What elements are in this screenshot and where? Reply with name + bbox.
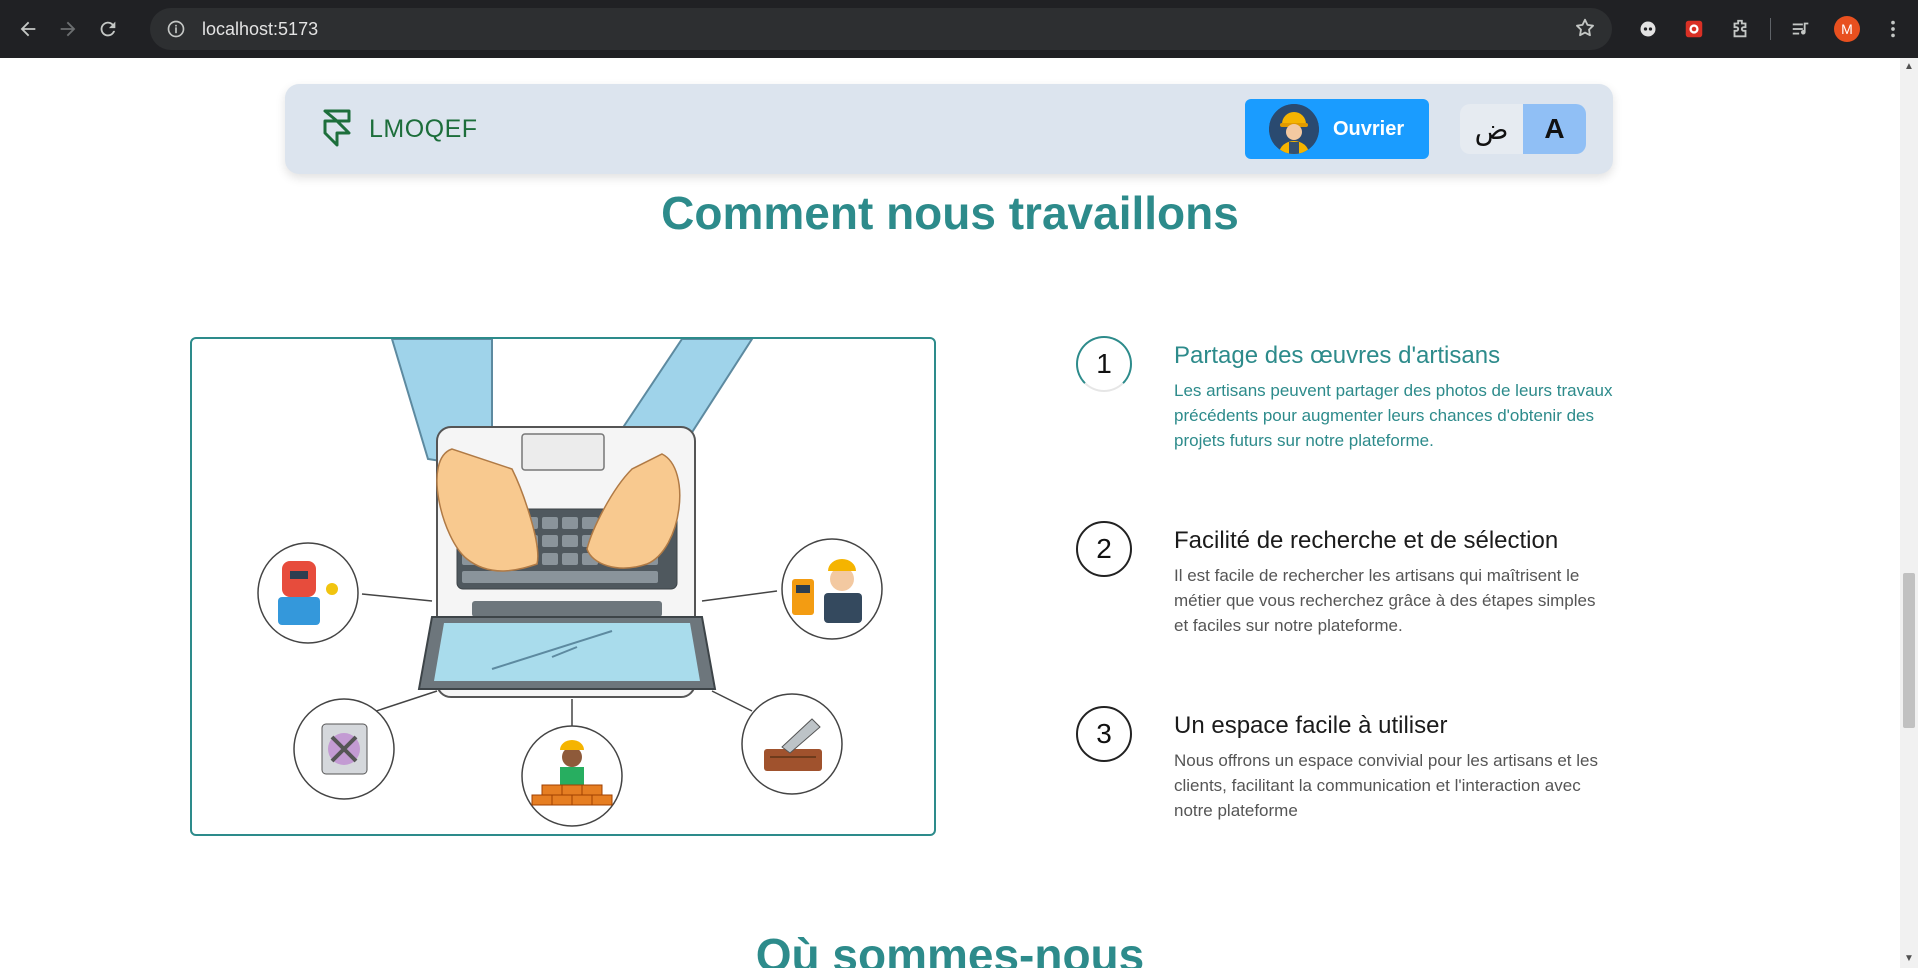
menu-kebab-icon[interactable]: [1873, 9, 1913, 49]
scroll-up-icon[interactable]: ▲: [1904, 62, 1914, 72]
step-number-2: 2: [1076, 521, 1132, 577]
extensions-puzzle-icon[interactable]: [1720, 9, 1760, 49]
worker-avatar-icon: [1269, 104, 1319, 154]
where-we-are-title: Où sommes-nous: [755, 929, 1145, 968]
how-we-work-illustration: [190, 337, 936, 836]
step-description-1: Les artisans peuvent partager des photos…: [1174, 381, 1613, 450]
forward-icon[interactable]: [48, 9, 88, 49]
framer-logo-icon: [323, 109, 351, 147]
site-logo[interactable]: LMOQEF: [321, 108, 478, 150]
profile-initial: M: [1834, 16, 1860, 42]
lang-arabic-option[interactable]: ض: [1460, 104, 1523, 154]
scroll-thumb[interactable]: [1903, 573, 1915, 728]
step-description-3: Nous offrons un espace convivial pour le…: [1174, 751, 1598, 820]
browser-toolbar: localhost:5173 M: [0, 0, 1918, 58]
address-bar[interactable]: localhost:5173: [150, 8, 1612, 50]
step-number-1: 1: [1076, 336, 1132, 392]
site-info-icon[interactable]: [164, 17, 188, 41]
lang-french-option[interactable]: A: [1523, 104, 1586, 154]
step-description-2: Il est facile de rechercher les artisans…: [1174, 566, 1596, 635]
url-text[interactable]: localhost:5173: [202, 19, 318, 40]
worker-role-button[interactable]: Ouvrier: [1245, 99, 1429, 159]
profile-avatar[interactable]: M: [1827, 9, 1867, 49]
bookmark-star-icon[interactable]: [1574, 17, 1596, 44]
media-control-icon[interactable]: [1781, 9, 1821, 49]
logo-text: LMOQEF: [369, 114, 478, 143]
back-icon[interactable]: [8, 9, 48, 49]
page-scrollbar[interactable]: ▲ ▼: [1900, 58, 1918, 968]
extension-red-icon[interactable]: [1674, 9, 1714, 49]
site-navbar: LMOQEF Ouvrier ض A: [285, 84, 1613, 174]
page-viewport: LMOQEF Ouvrier ض A Comment nous travaill…: [0, 58, 1900, 968]
step-title-2: Facilité de recherche et de sélection: [1174, 527, 1559, 554]
scroll-down-icon[interactable]: ▼: [1904, 954, 1914, 964]
worker-role-label: Ouvrier: [1333, 117, 1405, 140]
toolbar-separator: [1770, 18, 1771, 40]
how-we-work-title: Comment nous travaillons: [661, 187, 1239, 239]
reload-icon[interactable]: [88, 9, 128, 49]
step-title-3: Un espace facile à utiliser: [1174, 712, 1448, 739]
step-number-3: 3: [1076, 706, 1132, 762]
language-toggle[interactable]: ض A: [1460, 104, 1586, 154]
extension-icon[interactable]: [1628, 9, 1668, 49]
step-title-1: Partage des œuvres d'artisans: [1174, 342, 1501, 369]
